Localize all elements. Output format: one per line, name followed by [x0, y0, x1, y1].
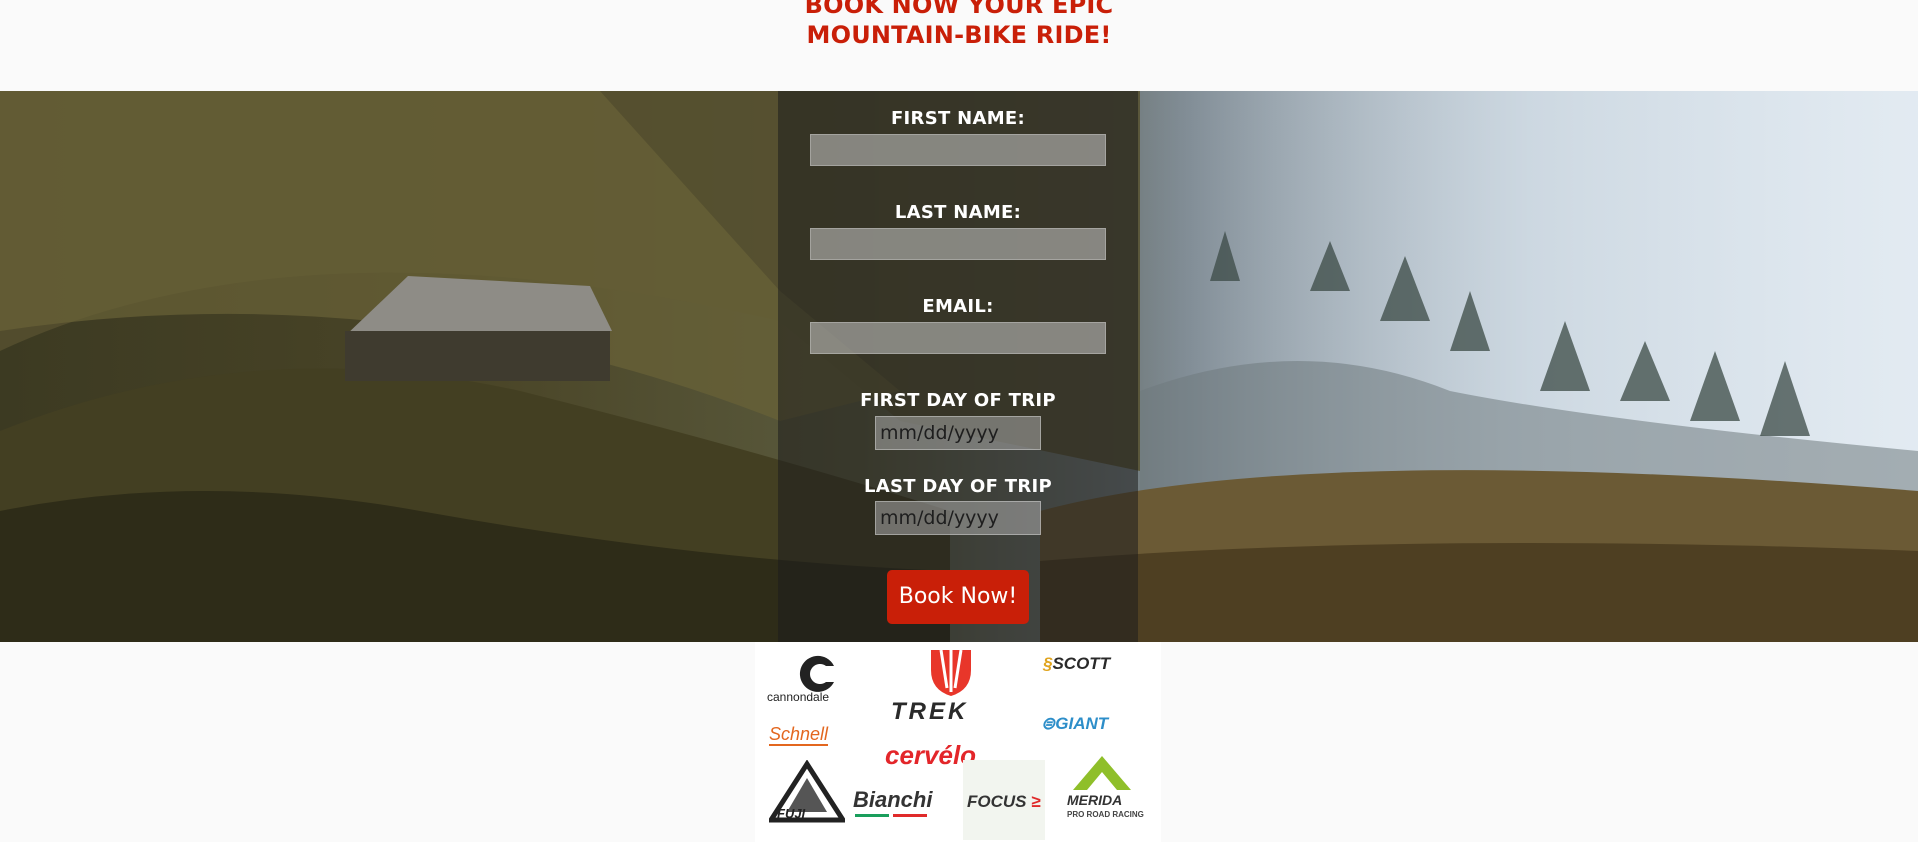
booking-form: FIRST NAME: LAST NAME: EMAIL: FIRST DAY … — [778, 91, 1138, 642]
first-name-field[interactable] — [810, 134, 1106, 166]
giant-mark-icon: ⊜ — [1041, 714, 1056, 733]
first-day-input[interactable]: mm/dd/yyyy — [875, 416, 1041, 450]
last-name-label: LAST NAME: — [894, 202, 1022, 223]
cannondale-logo: cannondale — [767, 690, 830, 704]
last-name-field[interactable] — [810, 228, 1106, 260]
schnell-logo: Schnell — [769, 724, 829, 746]
focus-wordmark: FOCUS — [967, 792, 1027, 811]
email-field[interactable] — [810, 322, 1106, 354]
focus-mark-icon: ≥ — [1026, 792, 1041, 811]
merida-logo: MERIDA — [1067, 792, 1123, 808]
first-day-label: FIRST DAY OF TRIP — [860, 390, 1056, 411]
email-label: EMAIL: — [922, 296, 994, 317]
scott-wordmark: SCOTT — [1052, 654, 1111, 673]
merida-logo-icon — [1073, 756, 1131, 790]
bianchi-logo: Bianchi — [853, 787, 933, 812]
bianchi-red-stripe — [893, 814, 927, 817]
bianchi-green-stripe — [855, 814, 889, 817]
page-title: BOOK NOW YOUR EPIC MOUNTAIN-BIKE RIDE! — [0, 0, 1918, 50]
title-line-1: BOOK NOW YOUR EPIC — [804, 0, 1114, 19]
trek-logo: TREK — [891, 698, 969, 725]
giant-logo: ⊜GIANT — [1041, 714, 1108, 734]
last-day-label: LAST DAY OF TRIP — [863, 476, 1053, 497]
focus-logo: FOCUS ≥ — [967, 792, 1041, 812]
book-now-button[interactable]: Book Now! — [887, 570, 1029, 624]
scott-logo: §SCOTT — [1043, 654, 1110, 674]
trek-logo-icon — [931, 649, 971, 696]
first-name-label: FIRST NAME: — [890, 108, 1026, 129]
bike-brand-logos: cannondale TREK §SCOTT Schnell ⊜GIANT ce… — [755, 642, 1161, 842]
merida-tagline: PRO ROAD RACING — [1067, 810, 1144, 819]
last-day-input[interactable]: mm/dd/yyyy — [875, 501, 1041, 535]
giant-wordmark: GIANT — [1055, 714, 1109, 733]
title-line-2: MOUNTAIN-BIKE RIDE! — [806, 21, 1112, 49]
fuji-logo: FUJI — [777, 806, 806, 821]
